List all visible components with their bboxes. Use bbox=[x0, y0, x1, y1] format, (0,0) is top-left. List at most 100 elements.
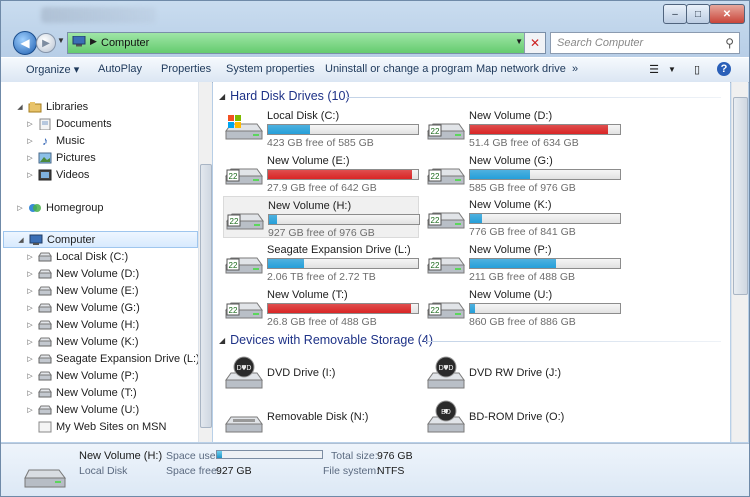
recent-pages-dropdown[interactable]: ▼ bbox=[57, 36, 65, 45]
nav-drive-item[interactable]: ▷ New Volume (E:) bbox=[25, 282, 138, 299]
drive-free-space: 860 GB free of 886 GB bbox=[469, 315, 576, 328]
address-dropdown-icon[interactable]: ▼ bbox=[515, 37, 523, 46]
collapse-arrow-icon[interactable]: ◢ bbox=[219, 336, 225, 345]
expand-arrow-icon[interactable]: ▷ bbox=[25, 372, 35, 380]
scrollbar-thumb[interactable] bbox=[200, 164, 212, 428]
expand-arrow-icon[interactable]: ▷ bbox=[15, 204, 25, 212]
expand-arrow-icon[interactable]: ▷ bbox=[25, 304, 35, 312]
svg-text:22: 22 bbox=[229, 261, 238, 270]
nav-computer[interactable]: ◢ Computer bbox=[3, 231, 198, 248]
map-network-drive-button[interactable]: Map network drive bbox=[476, 63, 566, 75]
nav-libraries[interactable]: ◢ Libraries bbox=[15, 98, 88, 115]
hard-disk-icon: 22 bbox=[427, 202, 465, 232]
maximize-button[interactable]: □ bbox=[686, 4, 710, 24]
drive-tile[interactable]: 22 Seagate Expansion Drive (L:) 2.06 TB fr… bbox=[223, 241, 419, 283]
address-bar[interactable]: ▶ Computer ▼ ✕ bbox=[67, 32, 546, 54]
drive-tile[interactable]: 22 New Volume (T:) 26.8 GB free of 488 GB bbox=[223, 286, 419, 328]
removable-device-tile[interactable]: BD BD-ROM Drive (O:) bbox=[425, 398, 625, 438]
usage-bar bbox=[267, 302, 419, 314]
nav-drive-item[interactable]: ▷ New Volume (U:) bbox=[25, 401, 139, 418]
collapse-arrow-icon[interactable]: ◢ bbox=[219, 92, 225, 101]
content-scrollbar[interactable] bbox=[731, 82, 748, 442]
view-options-icon[interactable]: ☰ bbox=[646, 61, 662, 77]
expand-arrow-icon[interactable]: ▷ bbox=[25, 389, 35, 397]
device-name: BD-ROM Drive (O:) bbox=[469, 411, 565, 423]
more-commands-button[interactable]: » bbox=[572, 63, 578, 75]
navigation-scrollbar[interactable] bbox=[198, 82, 212, 442]
nav-library-music[interactable]: ▷ ♪ Music bbox=[25, 132, 84, 149]
svg-text:DVD: DVD bbox=[439, 365, 454, 372]
scrollbar-thumb[interactable] bbox=[733, 97, 748, 295]
stop-icon[interactable]: ✕ bbox=[524, 33, 545, 53]
breadcrumb-separator-icon[interactable]: ▶ bbox=[90, 36, 97, 47]
nav-library-videos[interactable]: ▷ Videos bbox=[25, 166, 89, 183]
search-input[interactable]: Search Computer ⚲ bbox=[550, 32, 740, 54]
drive-tile[interactable]: Local Disk (C:) 423 GB free of 585 GB bbox=[223, 107, 419, 149]
nav-library-pictures[interactable]: ▷ Pictures bbox=[25, 149, 95, 166]
usage-bar bbox=[267, 168, 419, 180]
organize-button[interactable]: Organize ▾ bbox=[26, 63, 79, 76]
expand-arrow-icon[interactable]: ▷ bbox=[25, 253, 35, 261]
removable-device-tile[interactable]: Removable Disk (N:) bbox=[223, 398, 423, 438]
collapse-arrow-icon[interactable]: ◢ bbox=[15, 103, 25, 111]
expand-arrow-icon[interactable]: ▷ bbox=[25, 154, 35, 162]
nav-drive-item[interactable]: ▷ New Volume (T:) bbox=[25, 384, 136, 401]
nav-drive-item[interactable]: ▷ New Volume (H:) bbox=[25, 316, 139, 333]
group-header-hard-disks[interactable]: ◢ Hard Disk Drives (10) bbox=[219, 89, 350, 103]
expand-arrow-icon[interactable]: ▷ bbox=[25, 120, 35, 128]
nav-drive-item[interactable]: ▷ New Volume (K:) bbox=[25, 333, 138, 350]
back-button[interactable]: ◀ bbox=[13, 31, 37, 55]
drive-tile[interactable]: 22 New Volume (G:) 585 GB free of 976 GB bbox=[425, 152, 621, 194]
expand-arrow-icon[interactable]: ▷ bbox=[25, 338, 35, 346]
group-title: Hard Disk Drives (10) bbox=[230, 89, 350, 103]
expand-arrow-icon[interactable]: ▷ bbox=[25, 270, 35, 278]
nav-drive-item[interactable]: ▷ Seagate Expansion Drive (L:) bbox=[25, 350, 198, 367]
drive-icon bbox=[37, 250, 53, 264]
nav-drive-item[interactable]: ▷ New Volume (D:) bbox=[25, 265, 139, 282]
expand-arrow-icon[interactable]: ▷ bbox=[25, 321, 35, 329]
breadcrumb-computer[interactable]: Computer bbox=[101, 37, 149, 49]
drive-free-space: 211 GB free of 488 GB bbox=[469, 271, 576, 284]
view-dropdown-icon[interactable]: ▼ bbox=[664, 61, 680, 77]
nav-drive-item[interactable]: ▷ New Volume (G:) bbox=[25, 299, 139, 316]
nav-library-documents[interactable]: ▷ Documents bbox=[25, 115, 112, 132]
collapse-arrow-icon[interactable]: ◢ bbox=[16, 236, 26, 244]
removable-device-tile[interactable]: DVD DVD Drive (I:) bbox=[223, 354, 423, 394]
nav-drive-item[interactable]: ▷ New Volume (P:) bbox=[25, 367, 138, 384]
drive-tile[interactable]: 22 New Volume (U:) 860 GB free of 886 GB bbox=[425, 286, 621, 328]
hard-disk-icon: 22 bbox=[427, 247, 465, 277]
search-placeholder: Search Computer bbox=[557, 37, 644, 49]
arrow-left-icon: ◀ bbox=[20, 36, 30, 50]
forward-button[interactable]: ▶ bbox=[36, 33, 56, 53]
drive-tile[interactable]: 22 New Volume (P:) 211 GB free of 488 GB bbox=[425, 241, 621, 283]
expand-arrow-icon[interactable]: ▷ bbox=[25, 137, 35, 145]
group-header-removable[interactable]: ◢ Devices with Removable Storage (4) bbox=[219, 333, 433, 347]
nav-drive-item[interactable]: My Web Sites on MSN bbox=[25, 418, 166, 435]
help-icon[interactable]: ? bbox=[717, 62, 731, 76]
expand-arrow-icon[interactable]: ▷ bbox=[25, 406, 35, 414]
drive-tile[interactable]: 22 New Volume (D:) 51.4 GB free of 634 GB bbox=[425, 107, 621, 149]
minimize-button[interactable]: – bbox=[663, 4, 687, 24]
usage-bar bbox=[469, 124, 621, 135]
expand-arrow-icon[interactable]: ▷ bbox=[25, 287, 35, 295]
drive-free-space: 26.8 GB free of 488 GB bbox=[267, 315, 377, 328]
close-button[interactable]: ✕ bbox=[709, 4, 745, 24]
autoplay-button[interactable]: AutoPlay bbox=[98, 63, 142, 75]
videos-icon bbox=[37, 168, 53, 182]
drive-tile[interactable]: 22 New Volume (E:) 27.9 GB free of 642 GB bbox=[223, 152, 419, 194]
expand-arrow-icon[interactable]: ▷ bbox=[25, 355, 35, 363]
preview-pane-icon[interactable]: ▯ bbox=[689, 61, 705, 77]
removable-device-tile[interactable]: DVD DVD RW Drive (J:) bbox=[425, 354, 625, 394]
drive-tile[interactable]: 22 New Volume (K:) 776 GB free of 841 GB bbox=[425, 196, 621, 238]
uninstall-program-button[interactable]: Uninstall or change a program bbox=[325, 63, 472, 75]
usage-bar bbox=[469, 213, 621, 225]
usage-bar-fill bbox=[268, 169, 412, 179]
drive-free-space: 423 GB free of 585 GB bbox=[267, 137, 374, 149]
nav-drive-item[interactable]: ▷ Local Disk (C:) bbox=[25, 248, 128, 265]
properties-button[interactable]: Properties bbox=[161, 63, 211, 75]
drive-tile[interactable]: 22 New Volume (H:) 927 GB free of 976 GB bbox=[223, 196, 420, 239]
nav-homegroup[interactable]: ▷ Homegroup bbox=[15, 199, 103, 216]
system-properties-button[interactable]: System properties bbox=[226, 63, 315, 75]
search-icon[interactable]: ⚲ bbox=[725, 36, 734, 50]
expand-arrow-icon[interactable]: ▷ bbox=[25, 171, 35, 179]
